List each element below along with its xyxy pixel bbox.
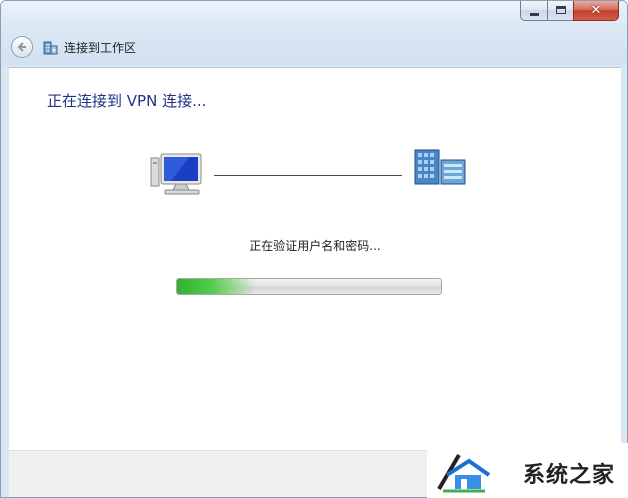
- vpn-wizard-window: ✕ 连接到工作区 正在连接到 VPN 连接... 正在验证用户名和密码...: [0, 0, 628, 498]
- workplace-building-icon: [43, 41, 58, 55]
- back-button[interactable]: [11, 36, 33, 58]
- watermark: 系统之家: [427, 443, 628, 498]
- server-icon: [414, 149, 466, 185]
- maximize-icon: [556, 6, 566, 14]
- status-text: 正在验证用户名和密码...: [249, 239, 381, 253]
- wizard-title: 连接到工作区: [64, 40, 137, 55]
- page-title: 正在连接到 VPN 连接...: [47, 92, 207, 110]
- connection-line: [214, 175, 402, 176]
- watermark-text: 系统之家: [523, 463, 616, 488]
- progress-fill: [177, 279, 257, 294]
- watermark-logo-icon: [437, 453, 491, 493]
- content-area: 正在连接到 VPN 连接... 正在验证用户名和密码...: [9, 67, 621, 450]
- minimize-button[interactable]: [520, 1, 547, 21]
- maximize-button[interactable]: [547, 1, 573, 21]
- progress-bar: [176, 278, 442, 295]
- close-button[interactable]: ✕: [573, 1, 619, 21]
- title-bar: ✕ 连接到工作区: [1, 1, 627, 65]
- back-arrow-icon: [17, 42, 26, 52]
- caption-buttons: ✕: [520, 1, 619, 22]
- minimize-icon: [530, 13, 539, 16]
- computer-icon: [150, 153, 202, 195]
- wizard-nav: 连接到工作区: [11, 34, 136, 60]
- close-icon: ✕: [590, 3, 602, 18]
